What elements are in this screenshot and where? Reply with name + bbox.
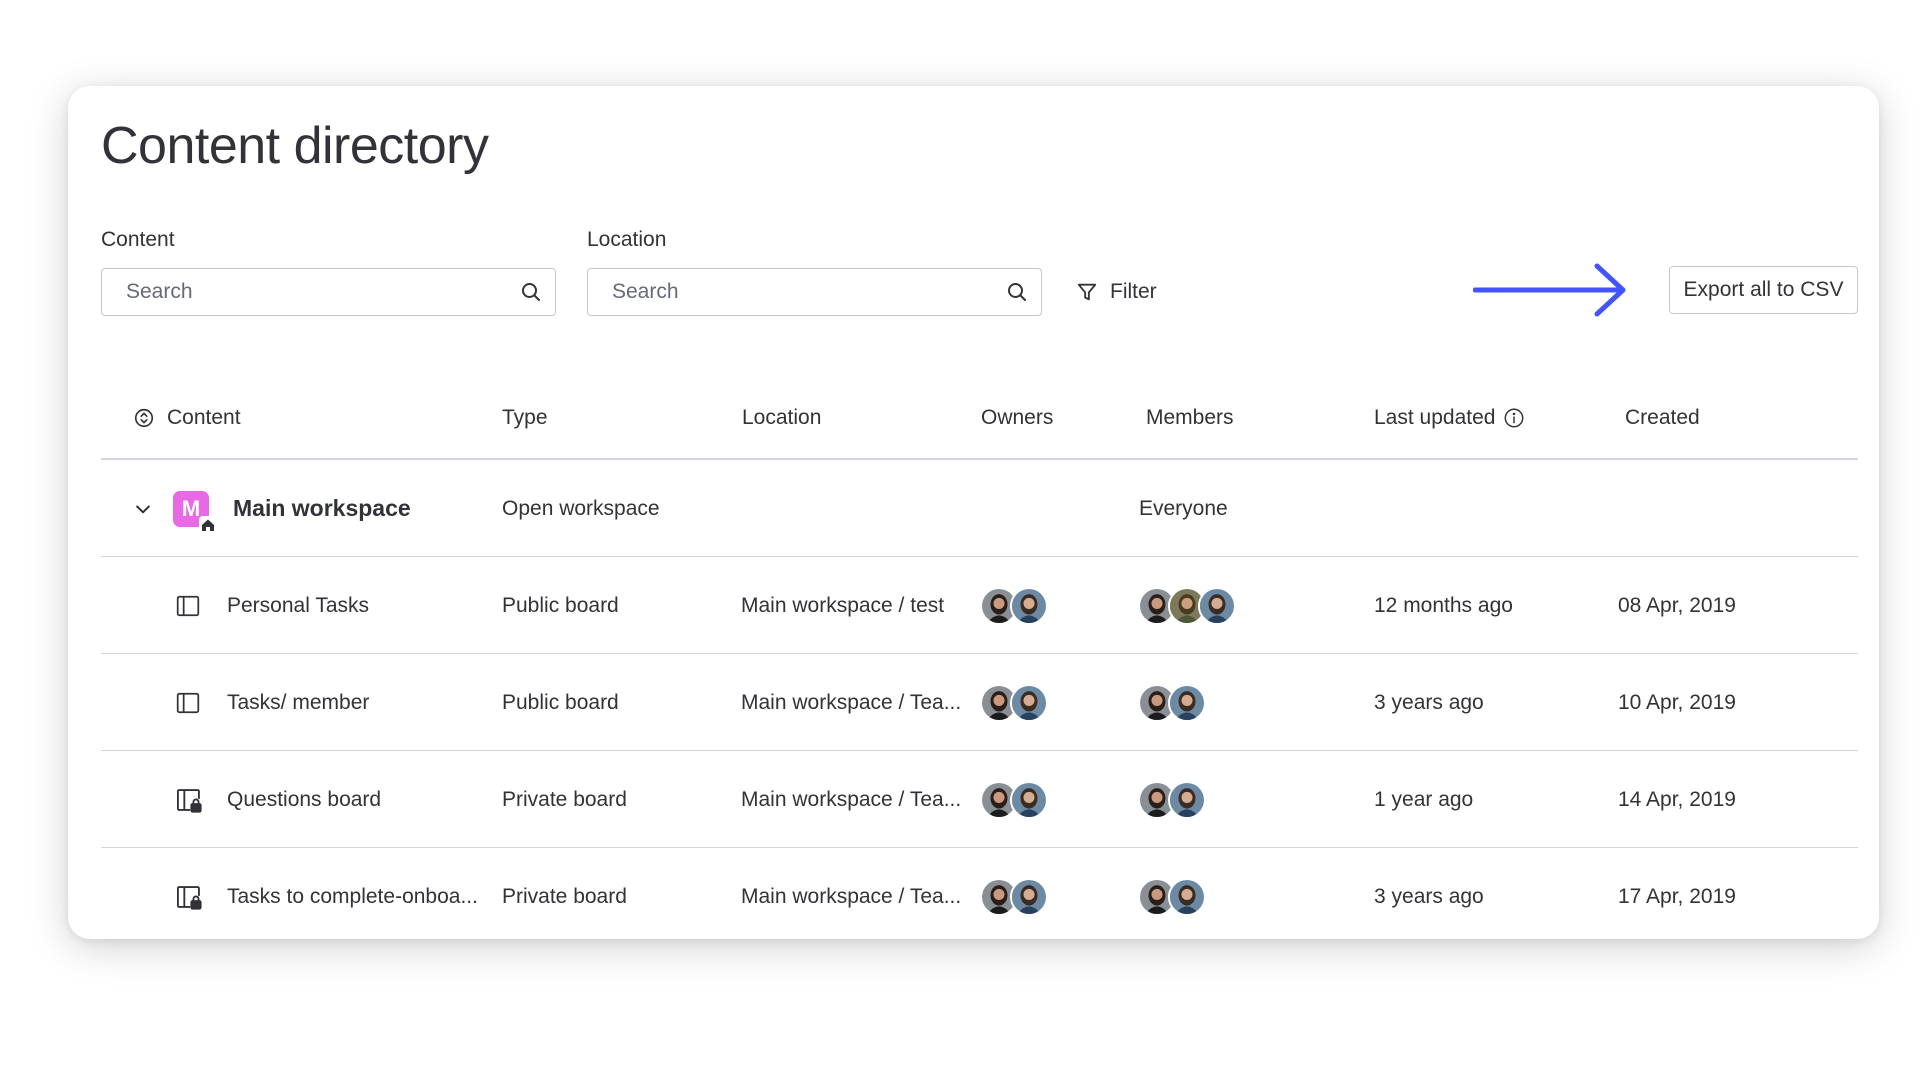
avatar[interactable] xyxy=(1010,683,1048,722)
owners-avatars xyxy=(980,751,1048,848)
table-row[interactable]: Tasks/ member Public board Main workspac… xyxy=(101,654,1858,751)
sort-icon[interactable] xyxy=(133,407,155,429)
content-column-header[interactable]: Content xyxy=(133,376,241,460)
location-search-input[interactable] xyxy=(612,269,982,315)
board-icon xyxy=(175,654,201,751)
content-search-box[interactable] xyxy=(101,268,556,316)
board-name[interactable]: Tasks to complete-onboa... xyxy=(227,848,478,939)
location-search-box[interactable] xyxy=(587,268,1042,316)
owners-avatars xyxy=(980,557,1048,654)
created-date: 10 Apr, 2019 xyxy=(1618,690,1736,714)
avatar[interactable] xyxy=(1168,780,1206,819)
members-column-header[interactable]: Members xyxy=(1146,376,1234,460)
board-location[interactable]: Main workspace / Tea... xyxy=(741,654,961,751)
location-search-label: Location xyxy=(587,228,667,251)
created-date: 14 Apr, 2019 xyxy=(1618,787,1736,811)
content-table: Content Type Location Owners Members Las… xyxy=(101,376,1858,939)
created-date: 08 Apr, 2019 xyxy=(1618,593,1736,617)
members-avatars xyxy=(1138,751,1206,848)
content-header-label: Content xyxy=(167,406,241,429)
last-updated: 3 years ago xyxy=(1374,690,1484,714)
last-updated: 1 year ago xyxy=(1374,787,1474,811)
table-row[interactable]: Questions board Private board Main works… xyxy=(101,751,1858,848)
search-icon[interactable] xyxy=(1005,280,1029,304)
members-avatars xyxy=(1138,848,1206,939)
avatar[interactable] xyxy=(1168,877,1206,916)
chevron-down-icon[interactable] xyxy=(133,499,153,519)
members-avatars xyxy=(1138,557,1236,654)
export-csv-button[interactable]: Export all to CSV xyxy=(1669,266,1858,314)
board-type: Private board xyxy=(502,787,627,811)
page-title: Content directory xyxy=(101,117,489,175)
funnel-icon xyxy=(1077,283,1097,301)
last-updated-column-header[interactable]: Last updated xyxy=(1374,376,1525,460)
board-type: Public board xyxy=(502,690,619,714)
board-name[interactable]: Personal Tasks xyxy=(227,557,369,654)
created-column-header[interactable]: Created xyxy=(1625,376,1700,460)
owners-avatars xyxy=(980,654,1048,751)
content-search-input[interactable] xyxy=(126,269,496,315)
content-search-label: Content xyxy=(101,228,175,251)
table-row[interactable]: Tasks to complete-onboa... Private board… xyxy=(101,848,1858,939)
avatar[interactable] xyxy=(1168,683,1206,722)
board-location[interactable]: Main workspace / test xyxy=(741,557,944,654)
last-updated: 12 months ago xyxy=(1374,593,1513,617)
workspace-type: Open workspace xyxy=(502,496,660,520)
board-type: Private board xyxy=(502,884,627,908)
home-icon xyxy=(199,516,217,534)
location-column-header[interactable]: Location xyxy=(742,376,821,460)
type-column-header[interactable]: Type xyxy=(502,376,548,460)
workspace-members: Everyone xyxy=(1139,496,1228,520)
expand-toggle[interactable] xyxy=(133,460,153,557)
table-row[interactable]: Personal Tasks Public board Main workspa… xyxy=(101,557,1858,654)
workspace-row[interactable]: M Main workspace Open workspace Everyone xyxy=(101,460,1858,557)
avatar[interactable] xyxy=(1198,586,1236,625)
members-avatars xyxy=(1138,654,1206,751)
avatar[interactable] xyxy=(1010,780,1048,819)
board-type: Public board xyxy=(502,593,619,617)
last-updated-header-label: Last updated xyxy=(1374,406,1496,429)
board-name[interactable]: Tasks/ member xyxy=(227,654,369,751)
last-updated: 3 years ago xyxy=(1374,884,1484,908)
info-icon[interactable] xyxy=(1503,407,1525,429)
content-directory-panel: Content directory Content Location Filte… xyxy=(68,86,1879,939)
board-name[interactable]: Questions board xyxy=(227,751,381,848)
filter-label: Filter xyxy=(1110,280,1157,303)
board-location[interactable]: Main workspace / Tea... xyxy=(741,848,961,939)
avatar[interactable] xyxy=(1010,586,1048,625)
owners-column-header[interactable]: Owners xyxy=(981,376,1053,460)
filter-button[interactable]: Filter xyxy=(1076,272,1157,312)
private-board-icon xyxy=(175,751,203,848)
created-date: 17 Apr, 2019 xyxy=(1618,884,1736,908)
owners-avatars xyxy=(980,848,1048,939)
workspace-name[interactable]: Main workspace xyxy=(233,460,411,557)
private-board-icon xyxy=(175,848,203,939)
avatar[interactable] xyxy=(1010,877,1048,916)
table-header: Content Type Location Owners Members Las… xyxy=(101,376,1858,460)
board-location[interactable]: Main workspace / Tea... xyxy=(741,751,961,848)
search-icon[interactable] xyxy=(519,280,543,304)
arrow-annotation-icon xyxy=(1473,263,1626,317)
board-icon xyxy=(175,557,201,654)
